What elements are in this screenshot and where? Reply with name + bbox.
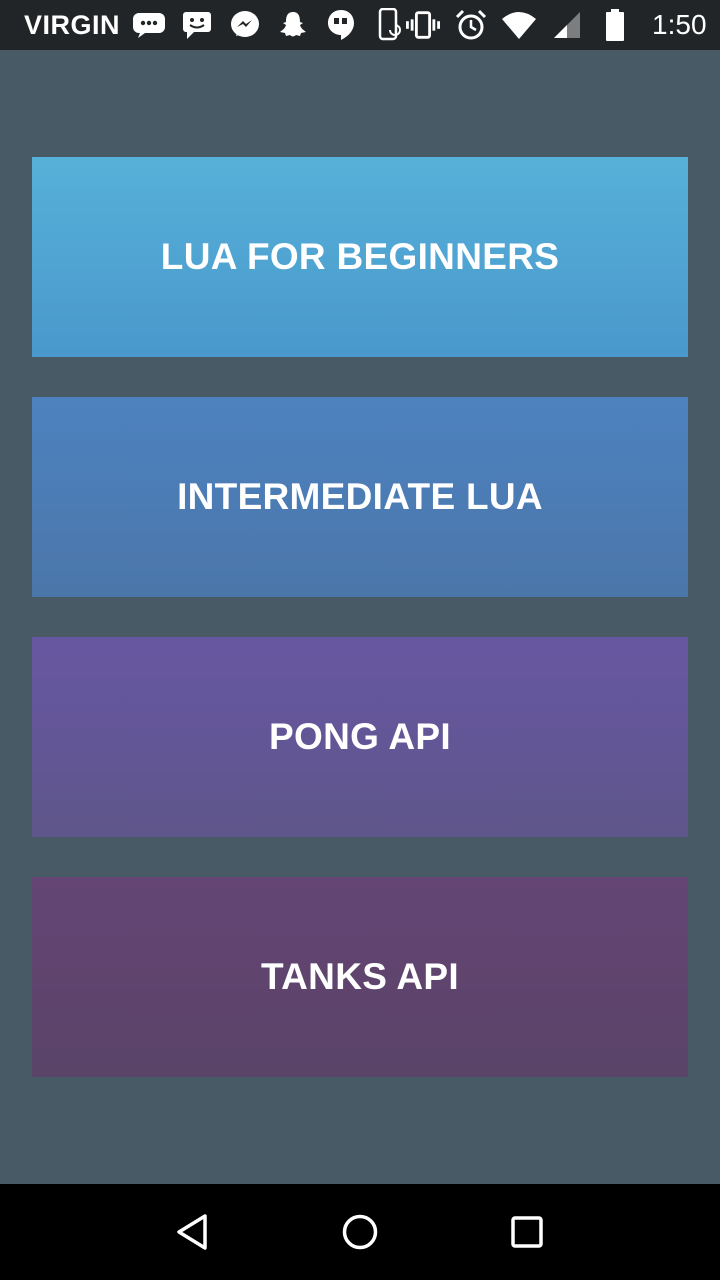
recents-icon (510, 1216, 543, 1248)
lua-for-beginners-button[interactable]: LUA FOR BEGINNERS (32, 157, 688, 357)
message-icon (180, 8, 214, 42)
status-bar: VIRGIN 1:50 (0, 0, 720, 50)
snapchat-icon (276, 8, 310, 42)
system-status-icons: 1:50 (406, 8, 707, 42)
messenger-icon (228, 8, 262, 42)
pong-api-button[interactable]: PONG API (32, 637, 688, 837)
tanks-api-button[interactable]: TANKS API (32, 877, 688, 1077)
sms-icon (132, 8, 166, 42)
cell-signal-icon (550, 8, 584, 42)
home-button[interactable] (330, 1202, 390, 1262)
alarm-icon (454, 8, 488, 42)
recents-button[interactable] (497, 1202, 557, 1262)
intermediate-lua-button[interactable]: INTERMEDIATE LUA (32, 397, 688, 597)
vibrate-icon (406, 8, 441, 42)
navigation-bar (0, 1184, 720, 1280)
phone-rotate-icon (372, 8, 406, 42)
wifi-icon (502, 8, 537, 42)
notification-icons (132, 8, 406, 42)
home-icon (342, 1214, 378, 1250)
back-button[interactable] (163, 1202, 223, 1262)
hangouts-icon (324, 8, 358, 42)
carrier-name: VIRGIN (24, 9, 121, 40)
lesson-menu: LUA FOR BEGINNERS INTERMEDIATE LUA PONG … (32, 157, 688, 1117)
back-icon (177, 1214, 208, 1250)
clock: 1:50 (652, 9, 707, 40)
battery-icon (598, 8, 632, 42)
